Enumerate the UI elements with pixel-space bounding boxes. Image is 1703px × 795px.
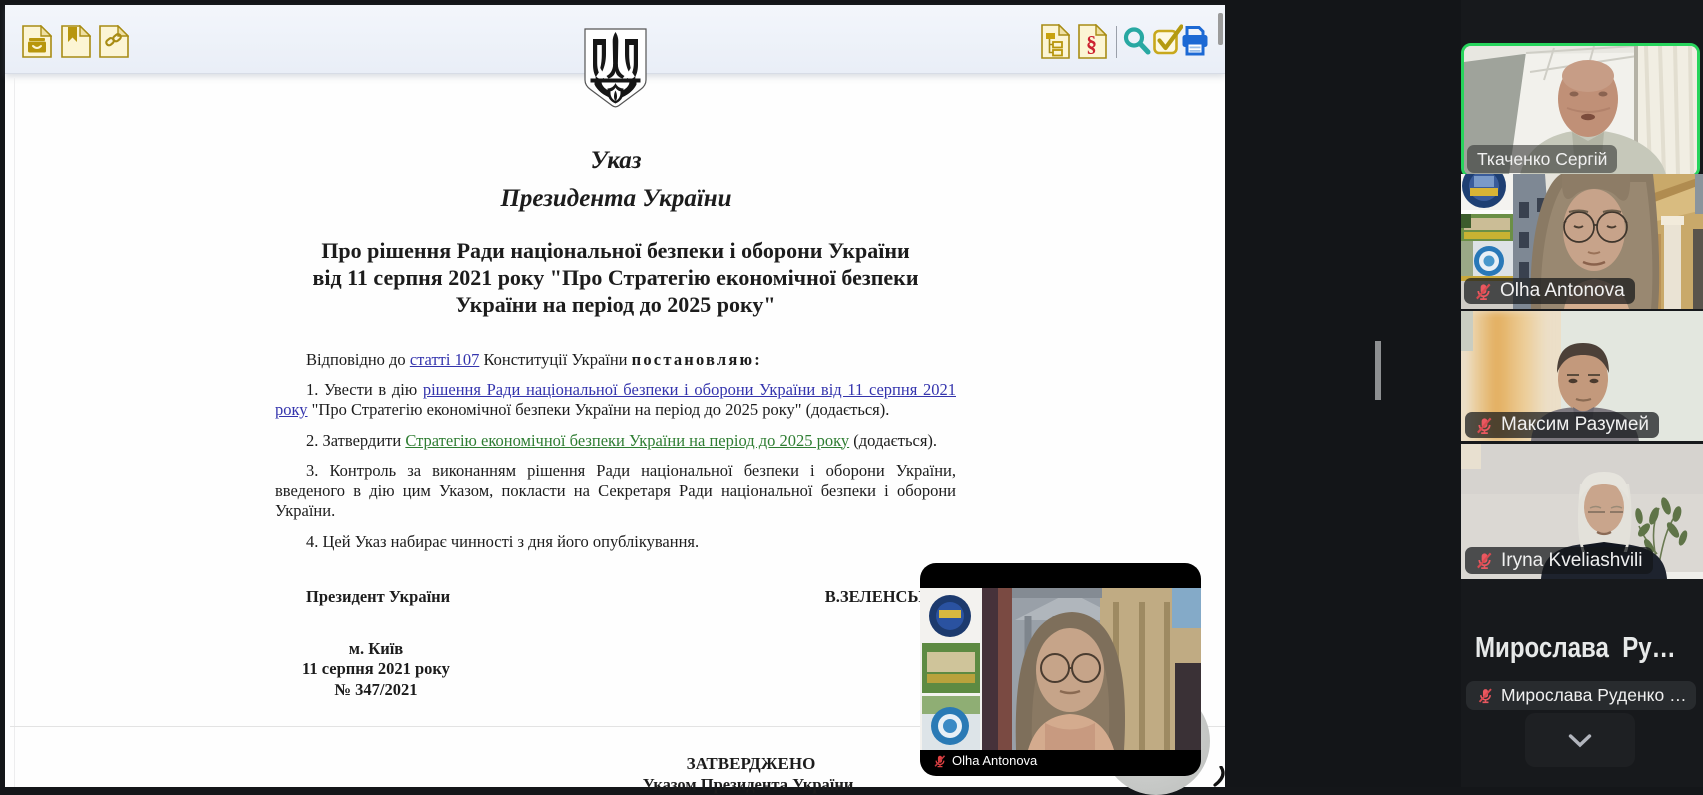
svg-text:§: § (1086, 31, 1097, 56)
